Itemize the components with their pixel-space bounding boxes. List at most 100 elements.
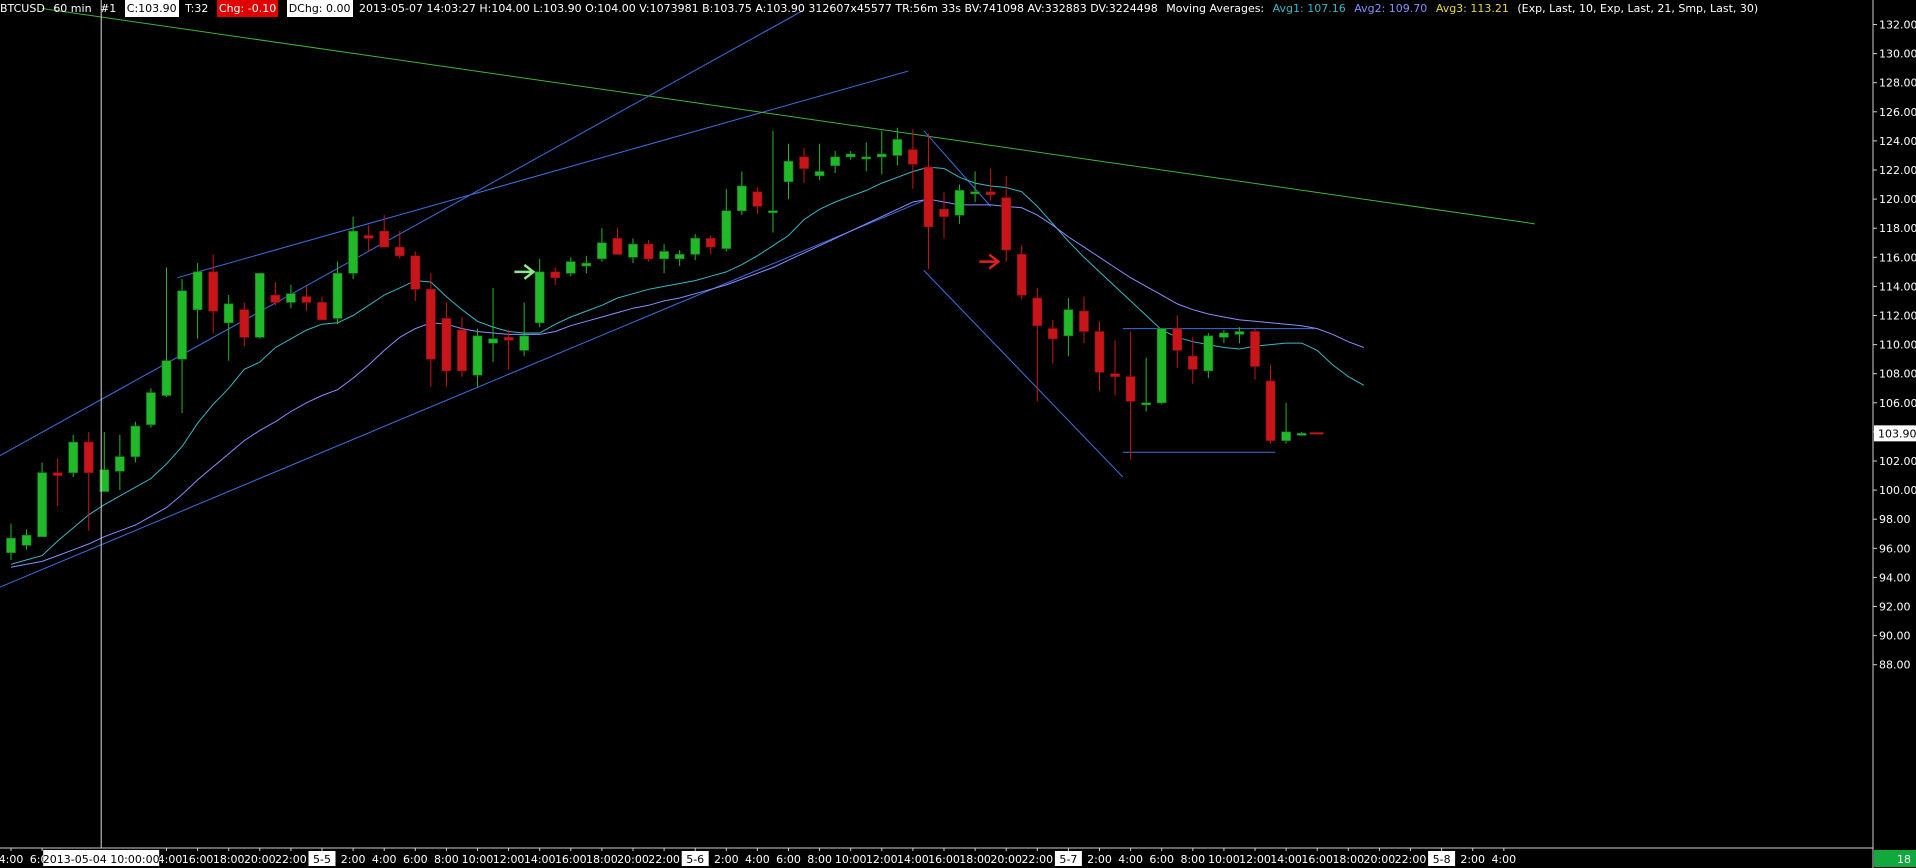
candle-body	[659, 251, 669, 260]
time-tick-label: 8:00	[434, 853, 459, 866]
candle-body	[239, 309, 250, 338]
time-tick-label: 20:00	[617, 853, 649, 866]
avg1-value: Avg1: 107.16	[1272, 2, 1346, 15]
time-tick-label: 4:00	[0, 853, 23, 866]
candle-body	[394, 246, 405, 257]
time-tick-label: 18:00	[1332, 853, 1364, 866]
time-tick-label: 5-5	[313, 853, 331, 866]
avg3-value: Avg3: 113.21	[1435, 2, 1509, 15]
candle-body	[52, 472, 63, 476]
time-tick-label: 22:00	[648, 853, 680, 866]
candle-body	[286, 293, 296, 303]
price-tick-label: 90.00	[1879, 630, 1911, 643]
candle-body	[550, 271, 561, 278]
time-tick-label: 22:00	[1021, 853, 1053, 866]
candle-body	[177, 290, 187, 360]
candle-body	[37, 472, 47, 537]
candle-body	[814, 171, 825, 177]
chart-number: #1	[100, 2, 117, 15]
candle-body	[1250, 331, 1260, 367]
time-tick-label: 12:00	[1239, 853, 1271, 866]
candle-body	[379, 230, 390, 248]
candle-body	[565, 261, 576, 274]
candle-body	[581, 262, 592, 267]
symbol-label[interactable]: BTCUSD	[0, 0, 45, 17]
price-tick-label: 96.00	[1879, 542, 1911, 555]
candle-body	[6, 537, 16, 553]
price-tick-label: 132.00	[1879, 19, 1916, 32]
time-tick-label: 16:00	[555, 853, 587, 866]
candle-body	[1172, 328, 1183, 351]
candle-body	[301, 296, 312, 303]
time-tick-label: 10:00	[835, 853, 867, 866]
candle-body	[799, 156, 809, 169]
candle-body	[332, 273, 343, 319]
price-tick-label: 108.00	[1879, 368, 1916, 381]
candle-body	[1203, 335, 1214, 372]
candle-body	[923, 166, 934, 228]
time-tick-label: 16:00	[1301, 853, 1333, 866]
chart-header: BTCUSD 60 min #1 C:103.90 T:32 Chg: -0.1…	[0, 0, 1763, 17]
time-tick-label: 14:00	[897, 853, 929, 866]
candle-body	[348, 230, 358, 274]
candle-body	[146, 392, 156, 425]
candle-body	[534, 271, 545, 324]
price-tick-label: 124.00	[1879, 135, 1916, 148]
candle-body	[612, 238, 623, 255]
candle-body	[876, 153, 887, 158]
time-tick-label: 6:00	[403, 853, 428, 866]
candle-body	[130, 425, 141, 457]
candle-body	[954, 190, 965, 216]
price-tick-label: 130.00	[1879, 48, 1916, 61]
candle	[37, 462, 47, 537]
trades-value: T:32	[185, 2, 209, 15]
candle-body	[1001, 197, 1012, 251]
time-tick-label: 20:00	[1364, 853, 1396, 866]
candle-body	[363, 235, 374, 239]
candle	[255, 273, 265, 339]
price-chart[interactable]: 132.00 130.00 128.00 126.00 124.00 122.00 120.…	[0, 0, 1916, 868]
price-tick-label: 92.00	[1879, 601, 1911, 614]
time-tick-label: 5-8	[1433, 853, 1451, 866]
candle-body	[472, 335, 483, 376]
time-tick-label: 16:00	[182, 853, 214, 866]
candle-body	[1048, 328, 1058, 340]
time-tick-label: 6:00	[776, 853, 801, 866]
time-tick-label: 4:00	[745, 853, 770, 866]
last-price-label: 103.90	[1878, 427, 1916, 440]
candle-body	[737, 185, 747, 212]
candle-body	[783, 160, 794, 182]
bar-count-label: 18	[1897, 853, 1911, 866]
price-tick-label: 118.00	[1879, 222, 1916, 235]
candle-body	[690, 238, 701, 255]
candle-body	[519, 335, 529, 351]
price-tick-label: 88.00	[1879, 659, 1911, 672]
avg2-value: Avg2: 109.70	[1354, 2, 1428, 15]
time-tick-label: 5-7	[1059, 853, 1077, 866]
price-tick-label: 122.00	[1879, 164, 1916, 177]
candle-body	[674, 254, 685, 260]
time-tick-label: 14:00	[1270, 853, 1302, 866]
time-tick-label: 4:00	[1491, 853, 1516, 866]
crosshair-time-label: 2013-05-04 10:00:00	[43, 853, 160, 866]
price-tick-label: 110.00	[1879, 339, 1916, 352]
time-tick-label: 2:00	[341, 853, 366, 866]
daily-change-value: DChg: 0.00	[286, 0, 353, 17]
candle-body	[1188, 355, 1198, 370]
change-value: Chg: -0.10	[216, 0, 279, 17]
candle-body	[1125, 376, 1136, 402]
time-tick-label: 16:00	[928, 853, 960, 866]
price-tick-label: 116.00	[1879, 251, 1916, 264]
time-tick-label: 12:00	[866, 853, 898, 866]
candle-body	[1110, 373, 1120, 377]
price-tick-label: 98.00	[1879, 513, 1911, 526]
interval-label[interactable]: 60 min	[53, 0, 91, 17]
time-tick-label: 4:00	[372, 853, 397, 866]
candle-body	[457, 329, 467, 372]
price-tick-label: 102.00	[1879, 455, 1916, 468]
candle-body	[908, 149, 918, 165]
candle-body	[1265, 380, 1276, 441]
price-tick-label: 128.00	[1879, 77, 1916, 90]
candle-body	[861, 156, 872, 160]
candle-body	[426, 289, 436, 360]
